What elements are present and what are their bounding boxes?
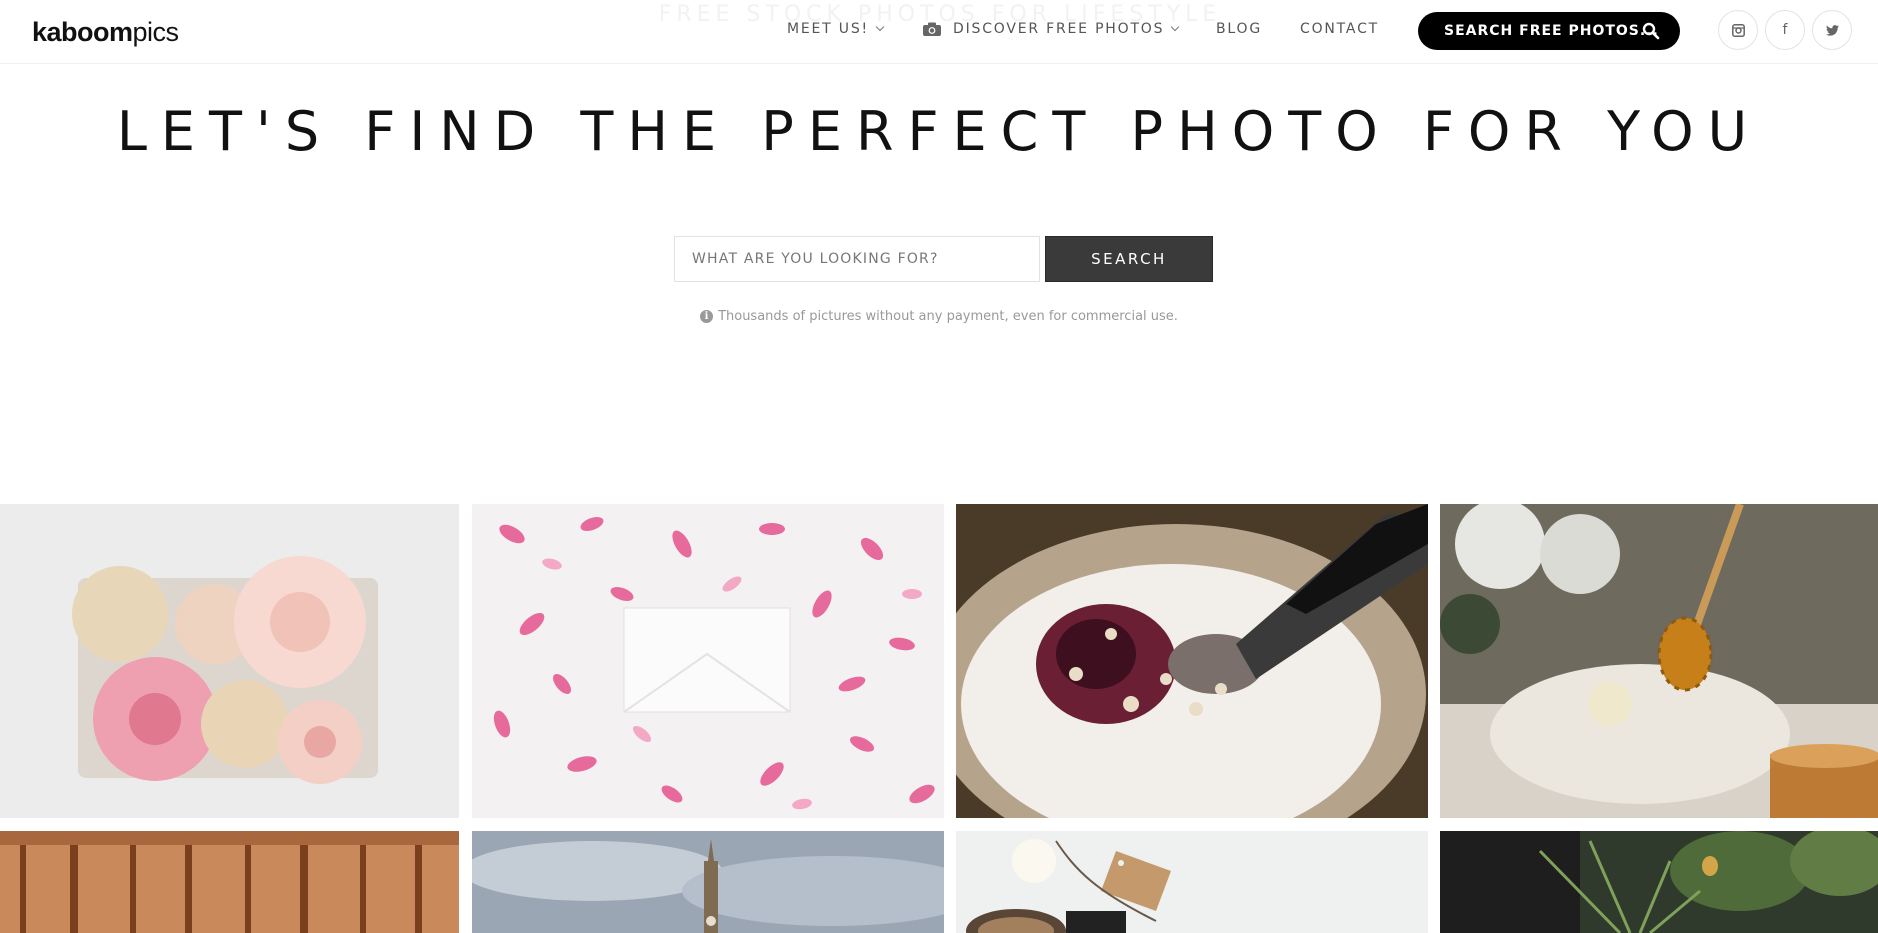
instagram-icon	[1731, 23, 1745, 37]
nav-blog-label: BLOG	[1216, 21, 1262, 37]
nav-contact[interactable]: CONTACT	[1300, 21, 1379, 37]
twitter-icon	[1825, 24, 1839, 36]
twine-tag-image	[956, 831, 1428, 933]
photo-yogurt-jam-spoon[interactable]	[956, 504, 1428, 818]
site-logo[interactable]: kaboompics	[32, 17, 179, 48]
photo-plants[interactable]	[1440, 831, 1878, 933]
logo-light: pics	[132, 17, 180, 47]
photo-tower-sky[interactable]	[472, 831, 944, 933]
flower-box-image	[0, 504, 459, 818]
info-text: Thousands of pictures without any paymen…	[718, 309, 1178, 324]
nav-meet-us[interactable]: MEET US!	[787, 21, 885, 37]
header-search-button[interactable]: SEARCH FREE PHOTOS...	[1418, 12, 1680, 50]
header-search-label: SEARCH FREE PHOTOS...	[1444, 23, 1659, 39]
info-icon: i	[700, 310, 714, 323]
tower-sky-image	[472, 831, 944, 933]
chevron-down-icon	[875, 22, 885, 32]
nav-contact-label: CONTACT	[1300, 21, 1379, 37]
yogurt-image	[956, 504, 1428, 818]
honey-dipper-image	[1440, 504, 1878, 818]
nav-meet-us-label: MEET US!	[787, 21, 869, 37]
photo-honey-dipper[interactable]	[1440, 504, 1878, 818]
nav-discover-label: DISCOVER FREE PHOTOS	[953, 21, 1165, 37]
plants-image	[1440, 831, 1878, 933]
nav-discover[interactable]: DISCOVER FREE PHOTOS	[923, 21, 1180, 37]
info-note: i Thousands of pictures without any paym…	[0, 309, 1878, 324]
search-icon	[1642, 22, 1660, 40]
photo-twine-tag[interactable]	[956, 831, 1428, 933]
petals-envelope-image	[472, 504, 944, 818]
search-button[interactable]: SEARCH	[1045, 236, 1213, 282]
logo-bold: kaboom	[32, 17, 133, 47]
top-navbar: FREE STOCK PHOTOS FOR LIFESTYLE kaboompi…	[0, 0, 1878, 64]
nav-blog[interactable]: BLOG	[1216, 21, 1262, 37]
chevron-down-icon	[1171, 22, 1180, 32]
facebook-button[interactable]: f	[1765, 10, 1805, 50]
rusty-wall-image	[0, 831, 459, 933]
twitter-button[interactable]	[1812, 10, 1852, 50]
search-input[interactable]	[674, 236, 1040, 282]
photo-flower-box[interactable]	[0, 504, 459, 818]
hero-title: LET'S FIND THE PERFECT PHOTO FOR YOU	[116, 100, 1762, 163]
camera-icon	[923, 22, 941, 36]
photo-pink-petals-envelope[interactable]	[472, 504, 944, 818]
photo-rusty-wall[interactable]	[0, 831, 459, 933]
instagram-button[interactable]	[1718, 10, 1758, 50]
facebook-icon: f	[1782, 22, 1788, 38]
